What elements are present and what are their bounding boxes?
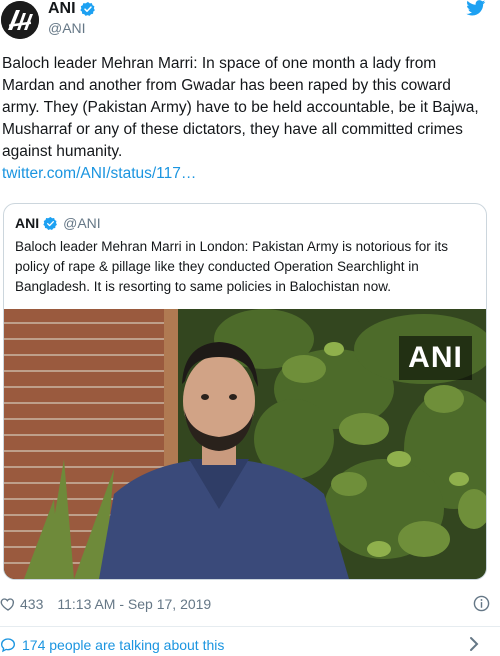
talking-text[interactable]: 174 people are talking about this (22, 637, 224, 653)
tweet-meta: 433 11:13 AM - Sep 17, 2019 (0, 593, 490, 615)
author-display-name[interactable]: ANI (48, 0, 76, 18)
video-thumbnail[interactable]: ANI (4, 309, 486, 579)
ani-watermark: ANI (399, 336, 472, 380)
quoted-handle: @ANI (63, 215, 101, 231)
quoted-tweet-card[interactable]: ANI @ANI Baloch leader Mehran Marri in L… (3, 203, 487, 580)
ani-logo-avatar-icon (1, 1, 39, 39)
author-handle[interactable]: @ANI (48, 20, 86, 36)
tweet-header: ANI @ANI (0, 0, 500, 42)
twitter-bird-icon[interactable] (466, 0, 486, 16)
quoted-author-row: ANI @ANI (15, 215, 101, 231)
verified-badge-icon (79, 2, 95, 16)
info-icon[interactable] (473, 595, 490, 612)
divider (0, 626, 500, 627)
speech-bubble-icon (0, 638, 16, 653)
chevron-right-icon[interactable] (468, 636, 480, 652)
like-count[interactable]: 433 (20, 596, 43, 612)
tweet-text: Baloch leader Mehran Marri: In space of … (2, 55, 479, 160)
heart-icon[interactable] (0, 596, 16, 612)
author-name-row[interactable]: ANI (48, 0, 96, 18)
author-avatar[interactable] (1, 1, 39, 39)
quoted-tweet-text: Baloch leader Mehran Marri in London: Pa… (15, 239, 448, 294)
quoted-display-name: ANI (15, 215, 40, 231)
verified-badge-icon (43, 216, 58, 230)
tweet-timestamp[interactable]: 11:13 AM - Sep 17, 2019 (57, 596, 211, 612)
talking-row[interactable]: 174 people are talking about this (0, 634, 490, 656)
tweet-status-link[interactable]: twitter.com/ANI/status/117… (2, 163, 492, 185)
tweet-body: Baloch leader Mehran Marri: In space of … (2, 53, 492, 185)
